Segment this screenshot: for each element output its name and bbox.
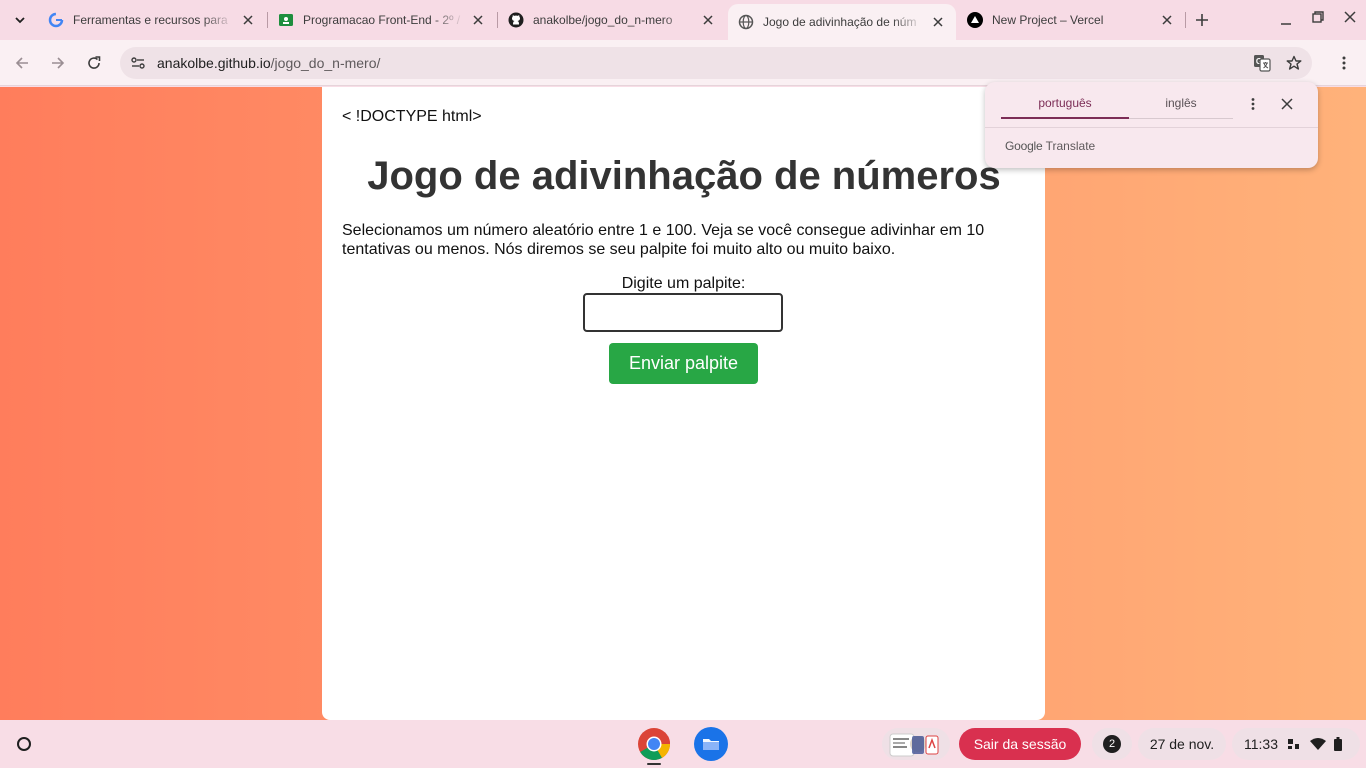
- chrome-app[interactable]: [637, 727, 671, 761]
- tab-programacao[interactable]: Programacao Front-End - 2º /: [268, 4, 496, 36]
- close-icon[interactable]: [240, 12, 256, 28]
- globe-icon: [738, 14, 754, 30]
- translate-icon[interactable]: G: [1252, 53, 1272, 73]
- translate-options-button[interactable]: [1243, 94, 1263, 114]
- chevron-down-icon: [15, 17, 25, 24]
- date-tray[interactable]: 27 de nov.: [1138, 728, 1226, 760]
- close-icon[interactable]: [700, 12, 716, 28]
- vercel-icon: [967, 12, 983, 28]
- close-icon: [1281, 98, 1293, 110]
- time-text: 11:33: [1244, 736, 1278, 752]
- launcher-circle-icon: [17, 737, 31, 751]
- close-icon[interactable]: [930, 14, 946, 30]
- reload-icon: [88, 56, 101, 69]
- status-tray[interactable]: 11:33: [1232, 728, 1360, 760]
- guess-label: Digite um palpite:: [621, 275, 746, 292]
- close-window-button[interactable]: [1338, 5, 1362, 29]
- popup-divider: [985, 127, 1318, 128]
- minimize-icon: [1281, 23, 1291, 25]
- close-icon[interactable]: [1159, 12, 1175, 28]
- notification-count-badge: 2: [1103, 735, 1121, 753]
- tab-title: anakolbe/jogo_do_n-mero: [533, 13, 673, 27]
- url-text: anakolbe.github.io/jogo_do_n-mero/: [157, 55, 380, 71]
- active-app-indicator: [647, 763, 661, 765]
- more-vertical-icon: [1251, 98, 1255, 110]
- notification-tray[interactable]: 2: [1092, 728, 1132, 760]
- reload-button[interactable]: [82, 51, 106, 75]
- google-icon: [48, 12, 64, 28]
- page-viewport: < !DOCTYPE html> Jogo de adivinhação de …: [0, 87, 1366, 720]
- address-bar[interactable]: anakolbe.github.io/jogo_do_n-mero/ G: [120, 47, 1312, 79]
- arrow-left-icon: [15, 57, 28, 69]
- source-language-tab[interactable]: português: [1001, 96, 1129, 110]
- wifi-icon: [1310, 737, 1326, 751]
- tab-divider-line: [1129, 118, 1233, 119]
- system-shelf: Sair da sessão 2 27 de nov. 11:33: [0, 720, 1366, 768]
- tab-title: Programacao Front-End - 2º /: [303, 13, 461, 27]
- guess-input[interactable]: [583, 293, 783, 332]
- tab-github[interactable]: anakolbe/jogo_do_n-mero: [498, 4, 726, 36]
- back-button[interactable]: [10, 51, 34, 75]
- doctype-text: < !DOCTYPE html>: [342, 108, 482, 125]
- holding-space-tray[interactable]: [882, 728, 950, 760]
- sign-out-button[interactable]: Sair da sessão: [959, 728, 1081, 760]
- restore-icon: [1312, 11, 1324, 23]
- url-path: /jogo_do_n-mero/: [270, 55, 381, 71]
- tab-search-button[interactable]: [8, 8, 32, 32]
- url-host: anakolbe.github.io: [157, 55, 271, 71]
- close-icon[interactable]: [470, 12, 486, 28]
- translate-popup: português inglês Google Translate: [985, 82, 1318, 168]
- minimize-button[interactable]: [1274, 8, 1298, 32]
- tab-separator: [1185, 12, 1186, 28]
- chrome-icon: [638, 728, 671, 761]
- date-text: 27 de nov.: [1149, 736, 1215, 752]
- page-title: Jogo de adivinhação de números: [367, 154, 1001, 198]
- files-folder-icon: [694, 727, 728, 761]
- tab-strip: Ferramentas e recursos para Programacao …: [0, 0, 1366, 40]
- tab-jogo-active[interactable]: Jogo de adivinhação de núm: [728, 4, 956, 40]
- google-translate-logo: Google Translate: [1005, 139, 1095, 153]
- submit-guess-button[interactable]: Enviar palpite: [609, 343, 758, 384]
- game-description: Selecionamos um número aleatório entre 1…: [342, 222, 985, 258]
- keyboard-layout-icon: [1286, 737, 1300, 751]
- translate-brand-text: Translate: [1045, 139, 1096, 153]
- classroom-icon: [278, 12, 294, 28]
- tab-ferramentas[interactable]: Ferramentas e recursos para: [38, 4, 266, 36]
- screenshot-thumbnail-icon: [889, 733, 939, 757]
- github-icon: [508, 12, 524, 28]
- more-vertical-icon: [1342, 56, 1346, 70]
- tab-title: New Project – Vercel: [992, 13, 1104, 27]
- active-tab-indicator: [1001, 117, 1129, 119]
- battery-icon: [1334, 737, 1342, 751]
- tab-title: Jogo de adivinhação de núm: [763, 15, 917, 29]
- target-language-tab[interactable]: inglês: [1129, 96, 1233, 110]
- arrow-right-icon: [52, 57, 65, 69]
- game-container: < !DOCTYPE html> Jogo de adivinhação de …: [322, 87, 1045, 720]
- launcher-button[interactable]: [12, 732, 36, 756]
- forward-button[interactable]: [46, 51, 70, 75]
- restore-button[interactable]: [1306, 5, 1330, 29]
- browser-toolbar: anakolbe.github.io/jogo_do_n-mero/ G: [0, 40, 1366, 86]
- site-settings-icon[interactable]: [128, 53, 148, 73]
- browser-menu-button[interactable]: [1332, 51, 1356, 75]
- tab-title: Ferramentas e recursos para: [73, 13, 228, 27]
- translate-close-button[interactable]: [1277, 94, 1297, 114]
- new-tab-button[interactable]: [1192, 10, 1212, 30]
- close-icon: [1344, 11, 1356, 23]
- google-logo-text: Google: [1005, 139, 1043, 153]
- bookmark-star-icon[interactable]: [1284, 53, 1304, 73]
- tab-vercel[interactable]: New Project – Vercel: [957, 4, 1185, 36]
- plus-icon: [1196, 14, 1208, 26]
- files-app[interactable]: [694, 727, 728, 761]
